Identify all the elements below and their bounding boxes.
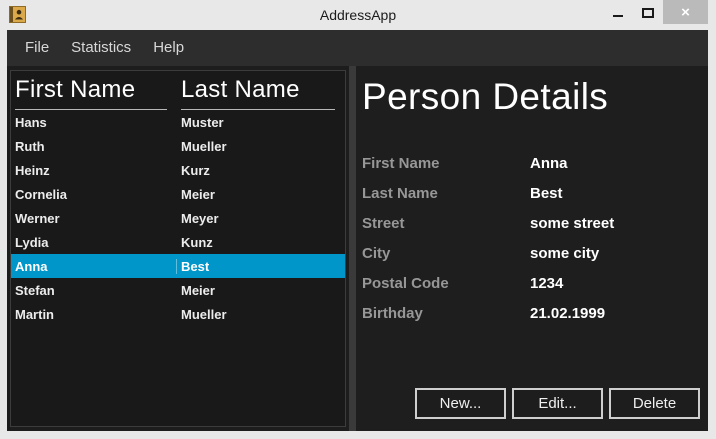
detail-field-row: Citysome city xyxy=(362,238,700,268)
titlebar[interactable]: AddressApp × xyxy=(0,0,716,30)
table-row[interactable]: LydiaKunz xyxy=(11,230,345,254)
cell-first-name: Heinz xyxy=(11,163,177,178)
client-area: FileStatisticsHelp First Name Last Name xyxy=(7,30,708,431)
cell-first-name: Anna xyxy=(11,259,177,274)
detail-field-row: Birthday21.02.1999 xyxy=(362,298,700,328)
detail-field-row: Last NameBest xyxy=(362,178,700,208)
table-row[interactable]: HeinzKurz xyxy=(11,158,345,182)
menu-item-help[interactable]: Help xyxy=(142,30,195,66)
split-pane: First Name Last Name HansMusterRuthMuell… xyxy=(7,66,708,431)
table-row[interactable]: CorneliaMeier xyxy=(11,182,345,206)
table-body: HansMusterRuthMuellerHeinzKurzCorneliaMe… xyxy=(11,110,345,426)
new-button[interactable]: New... xyxy=(415,388,506,419)
cell-first-name: Stefan xyxy=(11,283,177,298)
details-title: Person Details xyxy=(362,74,700,120)
cell-last-name: Kurz xyxy=(177,163,345,178)
cell-last-name: Kunz xyxy=(177,235,345,250)
field-value: some street xyxy=(530,215,700,232)
cell-first-name: Lydia xyxy=(11,235,177,250)
field-value: 1234 xyxy=(530,275,700,292)
minimize-icon xyxy=(613,15,623,17)
field-label: Postal Code xyxy=(362,275,530,292)
close-button[interactable]: × xyxy=(663,0,708,24)
person-table: First Name Last Name HansMusterRuthMuell… xyxy=(10,70,346,427)
detail-field-row: Postal Code1234 xyxy=(362,268,700,298)
field-value: 21.02.1999 xyxy=(530,305,700,322)
column-header-label: Last Name xyxy=(181,76,300,103)
column-header-last-name[interactable]: Last Name xyxy=(177,71,345,110)
field-label: Birthday xyxy=(362,305,530,322)
detail-field-row: Streetsome street xyxy=(362,208,700,238)
cell-first-name: Ruth xyxy=(11,139,177,154)
cell-first-name: Martin xyxy=(11,307,177,322)
field-label: Street xyxy=(362,215,530,232)
cell-last-name: Muster xyxy=(177,115,345,130)
field-value: Best xyxy=(530,185,700,202)
cell-first-name: Werner xyxy=(11,211,177,226)
maximize-button[interactable] xyxy=(633,0,663,24)
window-controls: × xyxy=(603,0,708,24)
app-window: AddressApp × FileStatisticsHelp First Na… xyxy=(0,0,716,439)
field-label: City xyxy=(362,245,530,262)
column-header-label: First Name xyxy=(15,76,135,103)
menu-item-file[interactable]: File xyxy=(14,30,60,66)
close-icon: × xyxy=(681,4,690,21)
detail-field-row: First NameAnna xyxy=(362,148,700,178)
table-row[interactable]: StefanMeier xyxy=(11,278,345,302)
cell-first-name: Cornelia xyxy=(11,187,177,202)
cell-last-name: Meyer xyxy=(177,211,345,226)
table-header: First Name Last Name xyxy=(11,71,345,110)
column-header-first-name[interactable]: First Name xyxy=(11,71,177,110)
cell-last-name: Meier xyxy=(177,283,345,298)
table-row[interactable]: HansMuster xyxy=(11,110,345,134)
minimize-button[interactable] xyxy=(603,0,633,24)
cell-last-name: Meier xyxy=(177,187,345,202)
field-label: Last Name xyxy=(362,185,530,202)
field-value: some city xyxy=(530,245,700,262)
cell-last-name: Mueller xyxy=(177,139,345,154)
menubar: FileStatisticsHelp xyxy=(7,30,708,66)
field-label: First Name xyxy=(362,155,530,172)
table-row[interactable]: WernerMeyer xyxy=(11,206,345,230)
table-row[interactable]: RuthMueller xyxy=(11,134,345,158)
field-value: Anna xyxy=(530,155,700,172)
cell-last-name: Mueller xyxy=(177,307,345,322)
delete-button[interactable]: Delete xyxy=(609,388,700,419)
table-row-selected[interactable]: AnnaBest xyxy=(11,254,345,278)
person-table-pane: First Name Last Name HansMusterRuthMuell… xyxy=(7,66,349,431)
maximize-icon xyxy=(642,8,654,18)
cell-last-name: Best xyxy=(177,259,345,274)
person-details-pane: Person Details First NameAnnaLast NameBe… xyxy=(356,66,708,431)
split-divider[interactable] xyxy=(349,66,356,431)
table-row[interactable]: MartinMueller xyxy=(11,302,345,326)
cell-first-name: Hans xyxy=(11,115,177,130)
edit-button[interactable]: Edit... xyxy=(512,388,603,419)
action-button-bar: New...Edit...Delete xyxy=(409,388,700,419)
details-fields: First NameAnnaLast NameBestStreetsome st… xyxy=(362,148,700,328)
menu-item-statistics[interactable]: Statistics xyxy=(60,30,142,66)
